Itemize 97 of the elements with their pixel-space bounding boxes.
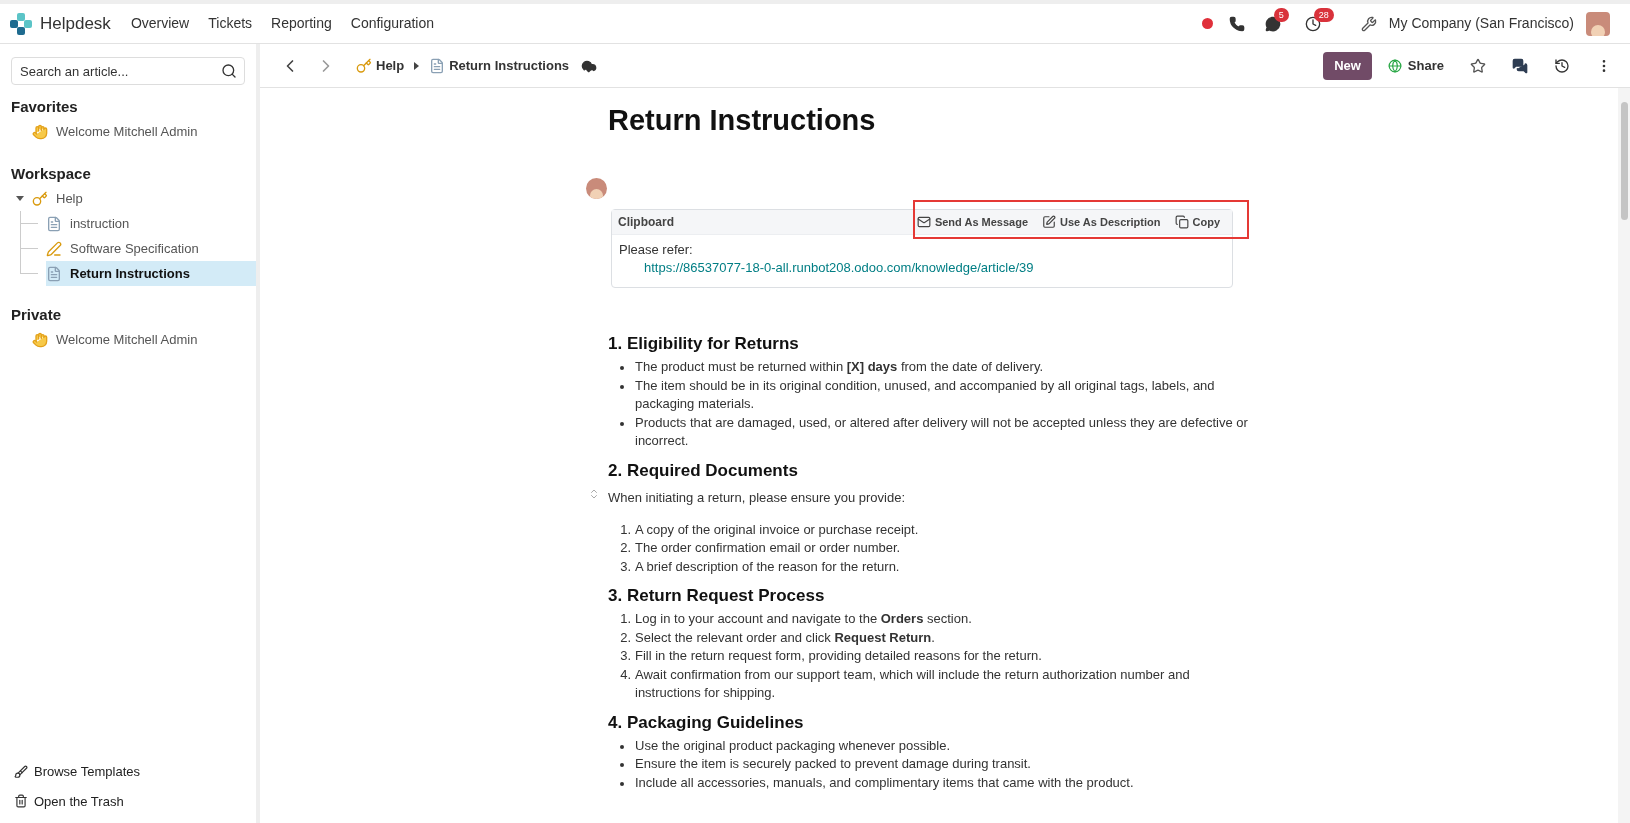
caret-icon[interactable] bbox=[16, 196, 24, 201]
company-switcher[interactable]: My Company (San Francisco) bbox=[1388, 13, 1574, 34]
chat-count-badge: 5 bbox=[1273, 7, 1289, 22]
new-button[interactable]: New bbox=[1323, 51, 1372, 80]
list-item-text: The order confirmation email or order number. bbox=[635, 539, 901, 557]
envelope-icon bbox=[916, 215, 931, 229]
footer-link[interactable]: Open the Trash bbox=[14, 791, 242, 811]
app-logo[interactable] bbox=[10, 12, 32, 35]
list-item-text: Ensure the item is securely packed to prevent damage during transit. bbox=[635, 755, 1031, 773]
tree-item[interactable]: instruction bbox=[46, 211, 256, 236]
item-label: Welcome Mitchell Admin bbox=[56, 331, 198, 350]
scrollbar[interactable] bbox=[1618, 88, 1630, 823]
list-item-text: The product must be returned within [X] days from the date of delivery. bbox=[635, 358, 1044, 376]
page-icon bbox=[46, 215, 62, 232]
clipboard-action[interactable]: Use As Description bbox=[1042, 213, 1161, 231]
user-avatar[interactable] bbox=[1586, 11, 1610, 36]
copy-icon bbox=[1174, 215, 1189, 229]
breadcrumb-separator-icon bbox=[414, 61, 420, 70]
tools-icon[interactable] bbox=[1360, 15, 1377, 32]
history-icon[interactable] bbox=[1554, 57, 1570, 74]
search-field[interactable]: Search an article... bbox=[11, 57, 245, 85]
clipboard-text: Please refer: bbox=[619, 241, 694, 259]
item-label: Return Instructions bbox=[70, 264, 190, 283]
author-avatar bbox=[586, 178, 607, 199]
list-item-text: A brief description of the reason for the return. bbox=[635, 557, 900, 576]
trash-icon bbox=[14, 794, 28, 809]
hand-icon bbox=[32, 124, 48, 140]
list-number: 1. bbox=[620, 610, 631, 628]
list-item-text: The item should be in its original condition, unused, and accompanied by all original tags, labels, and packaging materials. bbox=[635, 376, 1216, 413]
list-item-text: Select the relevant order and click Request Return. bbox=[635, 628, 935, 647]
key-icon bbox=[32, 190, 48, 207]
tree-item[interactable]: Help bbox=[16, 186, 256, 211]
list-item-text: Include all accessories, manuals, and complimentary items that came with the product. bbox=[635, 773, 1134, 792]
drag-handle-icon[interactable] bbox=[588, 487, 600, 500]
list-item-text: Fill in the return request form, providing detailed reasons for the return. bbox=[635, 647, 1042, 665]
hand-icon bbox=[32, 332, 48, 348]
bullet-icon bbox=[619, 781, 624, 786]
section-title: Favorites bbox=[10, 97, 79, 117]
menu-item[interactable]: Reporting bbox=[271, 13, 332, 34]
section-title: Workspace bbox=[10, 163, 92, 184]
item-label: Help bbox=[56, 189, 83, 208]
list-item-text: A copy of the original invoice or purchase receipt. bbox=[635, 520, 919, 539]
footer-link[interactable]: Browse Templates bbox=[14, 762, 242, 782]
section-title: Private bbox=[10, 305, 63, 325]
menu-item[interactable]: Overview bbox=[130, 13, 190, 34]
menu-item[interactable]: Configuration bbox=[350, 13, 435, 34]
page-icon bbox=[46, 265, 62, 282]
clipboard-action[interactable]: Copy bbox=[1174, 213, 1220, 231]
list-number: 3. bbox=[620, 557, 631, 576]
globe-icon bbox=[1387, 58, 1402, 73]
writing-icon bbox=[46, 240, 62, 257]
section-heading: 2. Required Documents bbox=[608, 459, 799, 482]
page-icon bbox=[429, 57, 446, 74]
section-heading: 1. Eligibility for Returns bbox=[608, 333, 800, 355]
share-button[interactable]: Share bbox=[1387, 55, 1444, 76]
breadcrumb-item[interactable]: Return Instructions bbox=[429, 55, 570, 76]
list-number: 1. bbox=[620, 520, 631, 539]
activity-count-badge: 28 bbox=[1313, 7, 1334, 22]
item-label: Welcome Mitchell Admin bbox=[56, 123, 198, 142]
section-heading: 4. Packaging Guidelines bbox=[608, 711, 805, 734]
list-number: 3. bbox=[620, 647, 631, 665]
phone-icon[interactable] bbox=[1228, 15, 1245, 32]
article-title[interactable]: Return Instructions bbox=[608, 102, 1248, 138]
clipboard-title: Clipboard bbox=[618, 214, 674, 231]
list-item-text: Products that are damaged, used, or altered after delivery will not be accepted unless they are defective or incorrect. bbox=[635, 413, 1248, 450]
clipboard-action[interactable]: Send As Message bbox=[916, 213, 1029, 231]
item-label: instruction bbox=[70, 214, 130, 233]
menu-item[interactable]: Tickets bbox=[208, 13, 253, 34]
list-number: 2. bbox=[620, 539, 631, 557]
edit-icon bbox=[1042, 215, 1057, 229]
comments-icon[interactable] bbox=[1512, 57, 1528, 74]
bullet-icon bbox=[619, 384, 624, 389]
tree-item[interactable]: Software Specification bbox=[46, 236, 256, 261]
record-indicator[interactable] bbox=[1201, 18, 1213, 29]
app-name[interactable]: Helpdesk bbox=[40, 10, 111, 37]
article-link[interactable]: https://86537077-18-0-all.runbot208.odoo.com/knowledge/article/39 bbox=[644, 259, 1225, 277]
key-icon bbox=[356, 57, 372, 74]
bullet-icon bbox=[619, 763, 624, 767]
breadcrumb-item[interactable]: Help bbox=[356, 55, 405, 76]
list-item-text: Await confirmation from our support team, which will include the return authorization number and instructions for shipping. bbox=[635, 665, 1191, 702]
search-icon[interactable] bbox=[221, 63, 237, 79]
list-item-text: Log in to your account and navigate to the Orders section. bbox=[635, 610, 972, 628]
section-heading: 3. Return Request Process bbox=[608, 585, 826, 607]
list-item-text: Use the original product packaging whenever possible. bbox=[635, 736, 951, 755]
favorite-star-icon[interactable] bbox=[1470, 57, 1486, 74]
bullet-icon bbox=[619, 744, 624, 749]
activity-icon[interactable] bbox=[1304, 15, 1321, 32]
tree-item[interactable]: Welcome Mitchell Admin bbox=[16, 119, 256, 145]
item-label: Software Specification bbox=[70, 239, 199, 258]
list-number: 4. bbox=[620, 665, 631, 684]
tree-item[interactable]: Return Instructions bbox=[46, 261, 256, 286]
brush-icon bbox=[14, 764, 28, 779]
paragraph: When initiating a return, please ensure you provide: bbox=[608, 489, 905, 505]
bullet-icon bbox=[619, 366, 624, 370]
tree-item[interactable]: Welcome Mitchell Admin bbox=[16, 327, 256, 353]
bullet-icon bbox=[619, 421, 624, 426]
list-number: 2. bbox=[620, 628, 631, 647]
